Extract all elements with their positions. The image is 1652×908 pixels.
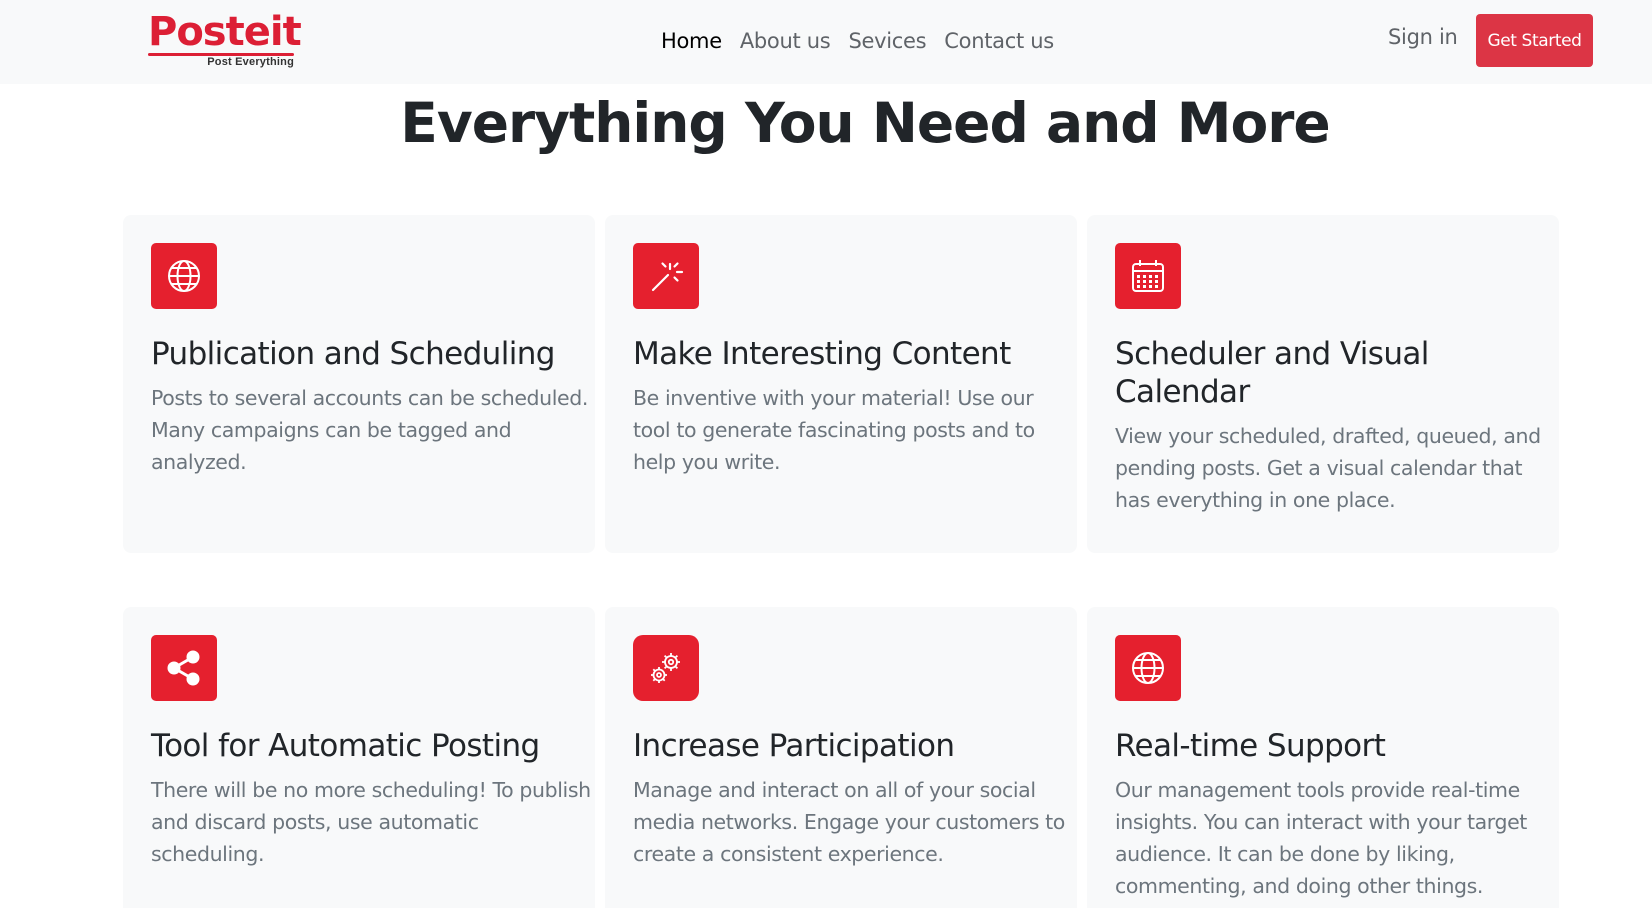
feature-title: Scheduler and Visual Calendar — [1115, 336, 1429, 410]
feature-title: Publication and Scheduling — [151, 336, 555, 372]
feature-card: Make Interesting Content Be inventive wi… — [605, 215, 1077, 553]
nav-home-link[interactable]: Home — [652, 26, 731, 56]
get-started-button[interactable]: Get Started — [1476, 14, 1593, 67]
feature-description: View your scheduled, drafted, queued, an… — [1115, 424, 1541, 512]
calendar-icon — [1115, 243, 1181, 309]
feature-description: There will be no more scheduling! To pub… — [151, 778, 591, 866]
magic-wand-icon — [633, 243, 699, 309]
sign-in-link[interactable]: Sign in — [1388, 22, 1458, 52]
nav-about-link[interactable]: About us — [731, 26, 840, 56]
nav-services-link[interactable]: Sevices — [839, 26, 935, 56]
share-icon — [151, 635, 217, 701]
feature-card: Tool for Automatic Posting There will be… — [123, 607, 595, 908]
main-nav: Home About us Sevices Contact us — [652, 26, 1063, 56]
feature-description: Posts to several accounts can be schedul… — [151, 386, 588, 474]
feature-title: Increase Participation — [633, 728, 955, 764]
feature-title: Real-time Support — [1115, 728, 1386, 764]
globe-icon — [1115, 635, 1181, 701]
section-heading: Everything You Need and More — [400, 91, 1330, 155]
nav-contact-link[interactable]: Contact us — [935, 26, 1063, 56]
feature-title: Make Interesting Content — [633, 336, 1011, 372]
navbar: Posteit Post Everything Home About us Se… — [0, 0, 1652, 84]
globe-icon — [151, 243, 217, 309]
feature-description: Be inventive with your material! Use our… — [633, 386, 1035, 474]
feature-title: Tool for Automatic Posting — [151, 728, 540, 764]
feature-card: Publication and Scheduling Posts to seve… — [123, 215, 595, 553]
feature-card: Increase Participation Manage and intera… — [605, 607, 1077, 908]
posteit-logo[interactable]: Posteit Post Everything — [148, 9, 302, 70]
feature-card: Real-time Support Our management tools p… — [1087, 607, 1559, 908]
feature-description: Our management tools provide real-time i… — [1115, 778, 1527, 898]
logo-wordmark: Posteit — [148, 9, 302, 55]
logo-tagline: Post Everything — [207, 56, 294, 68]
feature-card: Scheduler and Visual Calendar View your … — [1087, 215, 1559, 553]
feature-description: Manage and interact on all of your socia… — [633, 778, 1065, 866]
gears-icon — [633, 635, 699, 701]
